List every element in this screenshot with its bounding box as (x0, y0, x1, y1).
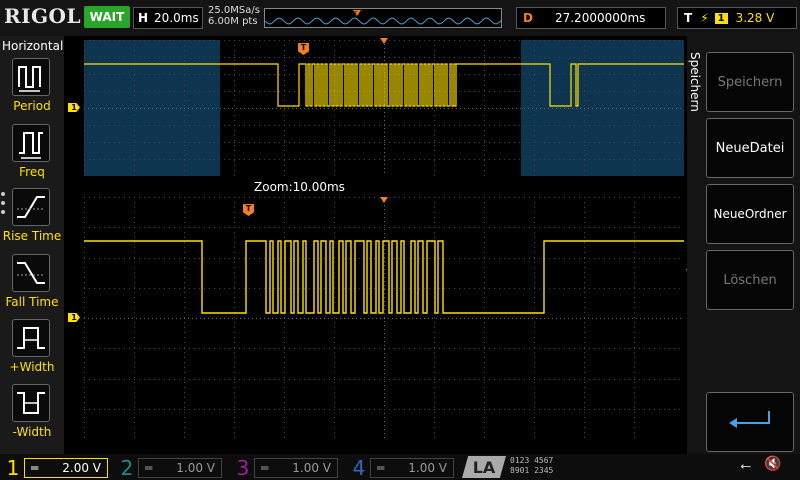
trigger-letter: T (684, 11, 693, 25)
channel-1-scale: 2.00 V (62, 461, 101, 475)
trigger-channel: 1 (714, 12, 728, 24)
trigger-slope-icon: ⚡ (700, 11, 709, 25)
channel-2-number: 2 (120, 456, 134, 480)
channel-3-number: 3 (236, 456, 250, 480)
positive-width-icon (12, 319, 50, 357)
measure-positive-width-button[interactable]: +Width (0, 319, 64, 381)
run-status-badge[interactable]: WAIT (84, 6, 130, 28)
measure-fall-time-button[interactable]: Fall Time (0, 254, 64, 316)
usb-icon: ⭠ (740, 458, 752, 474)
sample-rate: 25.0MSa/s (208, 5, 260, 16)
measure-sidebar: Horizontal Period Freq Rise Time Fall Ti… (0, 36, 64, 454)
softkey-delete[interactable]: Löschen (706, 250, 794, 310)
timebase-box[interactable]: H 20.0ms (133, 7, 203, 29)
la-bits-row-2: 8901 2345 (510, 466, 554, 475)
main-channel-marker[interactable]: 1 (68, 313, 80, 322)
rise-time-icon (12, 188, 50, 226)
channel-2-coupling-icon: ═ (145, 461, 153, 475)
softkey-enter[interactable] (706, 392, 794, 452)
measure-panel-title: Horizontal (2, 39, 64, 53)
overview-waveform[interactable] (84, 40, 685, 177)
channel-3-box[interactable]: 3 ═ 1.00 V (232, 456, 338, 480)
channel-2-box[interactable]: 2 ═ 1.00 V (116, 456, 222, 480)
channel-1-coupling-icon: ═ (31, 461, 39, 475)
channel-4-number: 4 (352, 456, 366, 480)
measure-freq-button[interactable]: Freq (0, 124, 64, 186)
memory-wave-icon: T (264, 10, 502, 25)
trigger-level: 3.28 V (735, 11, 775, 25)
channel-4-box[interactable]: 4 ═ 1.00 V (348, 456, 454, 480)
channel-3-scale: 1.00 V (292, 461, 331, 475)
delay-box[interactable]: D 27.2000000ms (516, 7, 666, 29)
channel-1-box[interactable]: 1 ═ 2.00 V (2, 456, 108, 480)
channel-2-scale: 1.00 V (176, 461, 215, 475)
channel-4-coupling-icon: ═ (377, 461, 385, 475)
zoom-label: Zoom:10.00ms (254, 180, 345, 194)
logic-analyzer-bits: 0123 4567 8901 2345 (510, 456, 553, 476)
overview-waveform-svg (84, 40, 685, 177)
logic-analyzer-button[interactable]: LA (462, 456, 506, 478)
delay-letter: D (523, 11, 533, 25)
sample-info: 25.0MSa/s 6.00M pts (208, 5, 260, 27)
channel-bar: 1 ═ 2.00 V 2 ═ 1.00 V 3 ═ 1.00 V 4 ═ 1.0… (0, 454, 800, 480)
channel-3-coupling-icon: ═ (261, 461, 269, 475)
memory-depth: 6.00M pts (208, 16, 258, 27)
overview-channel-marker[interactable]: 1 (68, 103, 80, 112)
measure-rise-time-label: Rise Time (2, 229, 62, 243)
freq-icon (12, 124, 50, 162)
measure-fall-time-label: Fall Time (5, 295, 59, 309)
measure-period-button[interactable]: Period (0, 58, 64, 120)
svg-text:T: T (353, 11, 358, 18)
timebase-letter: H (138, 11, 149, 25)
enter-arrow-icon (729, 411, 770, 428)
menu-title: Speichern (688, 52, 702, 112)
period-icon (12, 58, 50, 96)
main-waveform-grid[interactable] (84, 197, 685, 440)
memory-position-bar[interactable]: T (264, 8, 502, 28)
main-waveform-svg (84, 197, 685, 440)
brand-logo: RIGOL (4, 4, 82, 28)
fall-time-icon (12, 254, 50, 292)
softkey-new-folder[interactable]: NeueOrdner (706, 184, 794, 244)
speaker-muted-icon[interactable]: 🔇 (764, 456, 781, 472)
timebase-value: 20.0ms (154, 11, 199, 25)
measure-rise-time-button[interactable]: Rise Time (0, 188, 64, 250)
trigger-box[interactable]: T ⚡ 1 3.28 V (677, 7, 797, 29)
top-status-bar: RIGOL WAIT H 20.0ms 25.0MSa/s 6.00M pts … (0, 0, 800, 36)
softkey-save[interactable]: Speichern (706, 52, 794, 112)
measure-negative-width-button[interactable]: -Width (0, 384, 64, 446)
channel-4-scale: 1.00 V (408, 461, 447, 475)
overview-highlight-right (521, 40, 684, 176)
delay-value: 27.2000000ms (554, 11, 646, 25)
measure-period-label: Period (13, 99, 51, 113)
measure-negative-width-label: -Width (12, 425, 52, 439)
negative-width-icon (12, 384, 50, 422)
channel-1-number: 1 (6, 456, 20, 480)
measure-positive-width-label: +Width (9, 360, 55, 374)
measure-freq-label: Freq (19, 165, 45, 179)
softkey-new-file[interactable]: NeueDatei (706, 118, 794, 178)
la-bits-row-1: 0123 4567 (510, 456, 554, 465)
